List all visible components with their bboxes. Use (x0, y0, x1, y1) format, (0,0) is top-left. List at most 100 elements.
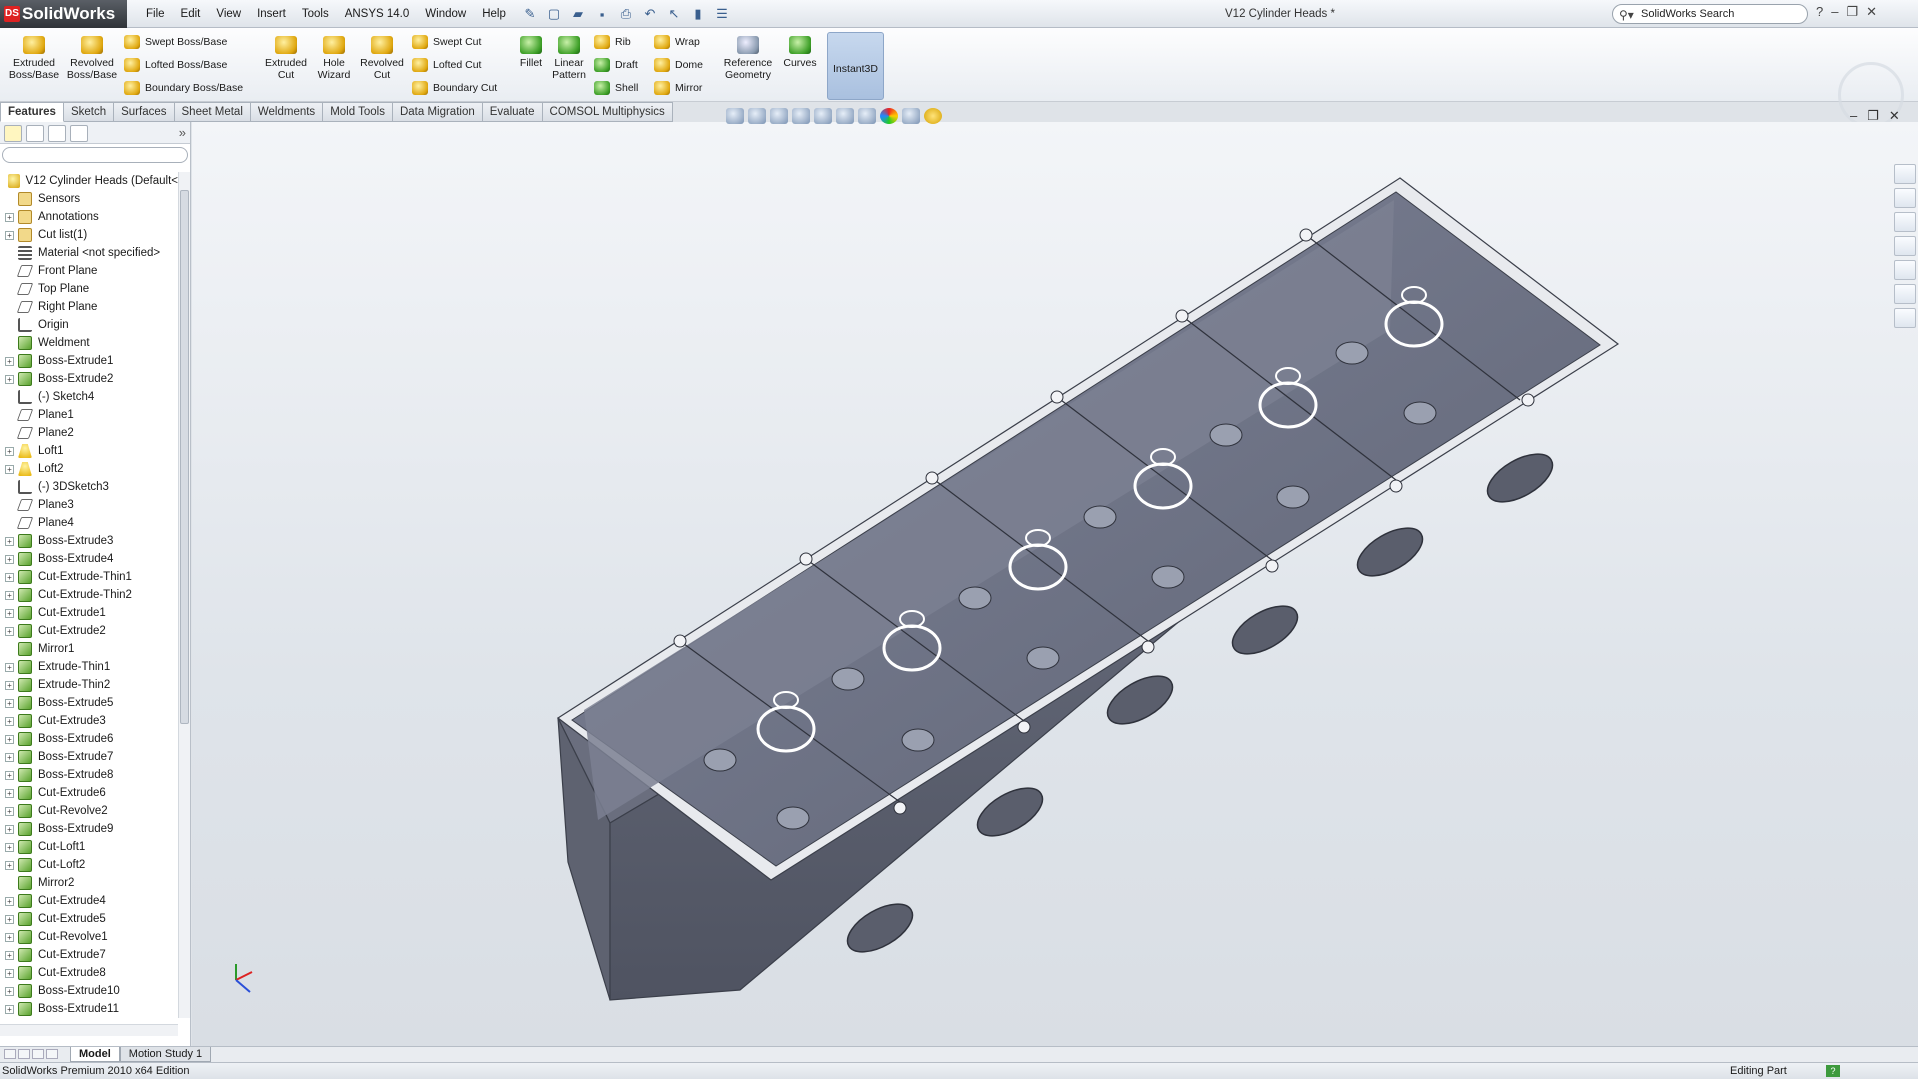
revolved-boss-button[interactable]: Revolved Boss/Base (64, 32, 120, 96)
tree-item[interactable]: Front Plane (0, 262, 178, 280)
expand-icon[interactable]: + (5, 770, 14, 780)
curves-button[interactable]: Curves (778, 32, 822, 96)
mirror-button[interactable]: Mirror (654, 78, 702, 98)
expand-icon[interactable]: + (5, 986, 14, 996)
expand-icon[interactable]: + (5, 896, 14, 906)
pin-icon[interactable]: ✎ (520, 4, 540, 24)
dome-button[interactable]: Dome (654, 55, 703, 75)
tab-model[interactable]: Model (70, 1047, 120, 1062)
options-icon[interactable]: ☰ (712, 4, 732, 24)
menu-edit[interactable]: Edit (173, 0, 209, 28)
tree-vertical-scrollbar[interactable] (178, 172, 190, 1018)
extruded-boss-button[interactable]: Extruded Boss/Base (6, 32, 62, 96)
tree-item[interactable]: (-) Sketch4 (0, 388, 178, 406)
expand-icon[interactable]: + (5, 914, 14, 924)
tree-item[interactable]: + Cut-Extrude6 (0, 784, 178, 802)
restore-icon[interactable]: ❐ (1846, 4, 1858, 20)
last-tab-icon[interactable] (46, 1049, 58, 1059)
expand-icon[interactable]: + (5, 464, 14, 474)
tree-item[interactable]: + Cut-Extrude7 (0, 946, 178, 964)
menu-tools[interactable]: Tools (294, 0, 337, 28)
tab-motion-study[interactable]: Motion Study 1 (119, 1047, 212, 1062)
rebuild-icon[interactable]: ▮ (688, 4, 708, 24)
configuration-manager-tab-icon[interactable] (48, 125, 66, 142)
boundary-cut-button[interactable]: Boundary Cut (412, 78, 497, 98)
doc-minimize-icon[interactable]: – (1850, 108, 1857, 124)
tree-item[interactable]: Plane1 (0, 406, 178, 424)
undo-icon[interactable]: ↶ (640, 4, 660, 24)
expand-icon[interactable]: + (5, 212, 14, 222)
tree-item[interactable]: + Extrude-Thin1 (0, 658, 178, 676)
tab-data-migration[interactable]: Data Migration (392, 102, 483, 122)
tree-item[interactable]: Sensors (0, 190, 178, 208)
menu-window[interactable]: Window (417, 0, 474, 28)
tree-item[interactable]: + Cut-Loft2 (0, 856, 178, 874)
tree-item[interactable]: + Loft2 (0, 460, 178, 478)
graphics-area[interactable] (192, 122, 1918, 1046)
tab-weldments[interactable]: Weldments (250, 102, 324, 122)
property-manager-tab-icon[interactable] (26, 125, 44, 142)
tree-item[interactable]: + Cut-Extrude5 (0, 910, 178, 928)
tree-filter-input[interactable] (2, 147, 188, 163)
expand-icon[interactable]: + (5, 788, 14, 798)
menu-ansys[interactable]: ANSYS 14.0 (337, 0, 418, 28)
tab-sheet-metal[interactable]: Sheet Metal (174, 102, 251, 122)
tree-item[interactable]: + Cut list(1) (0, 226, 178, 244)
apply-scene-icon[interactable] (902, 108, 920, 124)
tree-item[interactable]: + Cut-Extrude8 (0, 964, 178, 982)
expand-icon[interactable]: + (5, 662, 14, 672)
expand-icon[interactable]: + (5, 554, 14, 564)
tree-item[interactable]: + Cut-Loft1 (0, 838, 178, 856)
view-settings-icon[interactable] (924, 108, 942, 124)
tree-item[interactable]: Material <not specified> (0, 244, 178, 262)
app-logo[interactable]: DS SolidWorks (0, 0, 127, 28)
model-viewport[interactable] (192, 122, 1918, 1046)
doc-restore-icon[interactable]: ❐ (1867, 108, 1879, 124)
expand-icon[interactable]: + (5, 842, 14, 852)
expand-icon[interactable]: + (5, 752, 14, 762)
new-document-icon[interactable]: ▢ (544, 4, 564, 24)
print-icon[interactable]: ⎙ (616, 4, 636, 24)
tree-item[interactable]: + Boss-Extrude9 (0, 820, 178, 838)
tree-item[interactable]: Right Plane (0, 298, 178, 316)
expand-icon[interactable]: + (5, 824, 14, 834)
tree-item[interactable]: + Boss-Extrude10 (0, 982, 178, 1000)
expand-icon[interactable]: + (5, 536, 14, 546)
expand-icon[interactable]: + (5, 932, 14, 942)
tree-item[interactable]: + Boss-Extrude2 (0, 370, 178, 388)
tree-item[interactable]: + Boss-Extrude4 (0, 550, 178, 568)
expand-icon[interactable]: + (5, 860, 14, 870)
custom-properties-icon[interactable] (1894, 308, 1916, 328)
instant3d-button[interactable]: Instant3D (827, 32, 884, 100)
lofted-cut-button[interactable]: Lofted Cut (412, 55, 481, 75)
expand-icon[interactable]: + (5, 446, 14, 456)
search-box[interactable]: ⚲▾ SolidWorks Search (1612, 4, 1808, 24)
solidworks-resources-icon[interactable] (1894, 164, 1916, 184)
tree-item[interactable]: + Loft1 (0, 442, 178, 460)
view-orientation-icon[interactable] (814, 108, 832, 124)
prev-tab-icon[interactable] (18, 1049, 30, 1059)
tree-item[interactable]: + Boss-Extrude3 (0, 532, 178, 550)
tree-item[interactable]: + Cut-Extrude2 (0, 622, 178, 640)
open-folder-icon[interactable]: ▰ (568, 4, 588, 24)
tree-root[interactable]: V12 Cylinder Heads (Default< (0, 172, 178, 190)
tree-item[interactable]: + Annotations (0, 208, 178, 226)
dimxpert-tab-icon[interactable] (70, 125, 88, 142)
linear-pattern-button[interactable]: Linear Pattern (546, 32, 592, 96)
tree-item[interactable]: + Cut-Extrude3 (0, 712, 178, 730)
scrollbar-thumb[interactable] (180, 190, 189, 724)
tree-item[interactable]: Plane3 (0, 496, 178, 514)
expand-panel-icon[interactable]: » (179, 125, 186, 140)
tree-item[interactable]: Top Plane (0, 280, 178, 298)
fillet-button[interactable]: Fillet (512, 32, 550, 96)
revolved-cut-button[interactable]: Revolved Cut (354, 32, 410, 96)
expand-icon[interactable]: + (5, 716, 14, 726)
first-tab-icon[interactable] (4, 1049, 16, 1059)
swept-cut-button[interactable]: Swept Cut (412, 32, 481, 52)
tree-item[interactable]: (-) 3DSketch3 (0, 478, 178, 496)
section-view-icon[interactable] (792, 108, 810, 124)
view-palette-icon[interactable] (1894, 260, 1916, 280)
lofted-boss-button[interactable]: Lofted Boss/Base (124, 55, 227, 75)
expand-icon[interactable]: + (5, 968, 14, 978)
shell-button[interactable]: Shell (594, 78, 638, 98)
